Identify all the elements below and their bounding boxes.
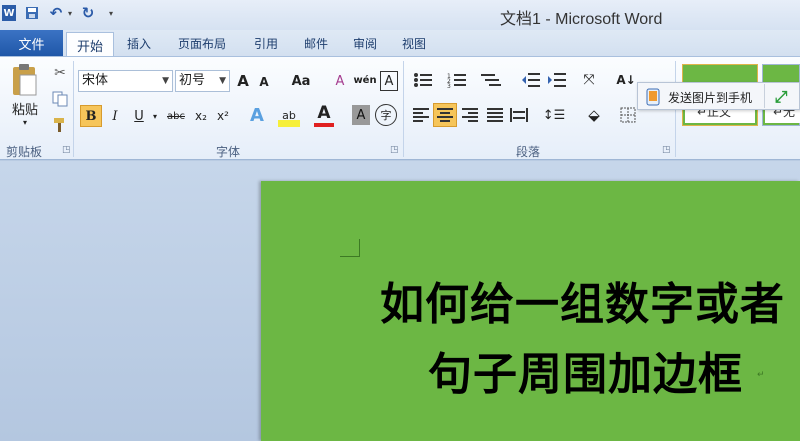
chevron-down-icon: ▼ [219,76,226,86]
underline-button[interactable]: U [130,105,148,127]
bold-button[interactable]: B [80,105,102,127]
save-icon[interactable] [24,3,40,23]
margin-corner-mark [340,239,360,257]
separator [764,84,765,108]
increase-indent-icon[interactable] [546,69,568,91]
font-size-value: 初号 [179,73,206,88]
change-case-button[interactable]: Aa [288,71,314,91]
tab-view[interactable]: 视图 [402,35,426,52]
separator [403,61,404,157]
underline-dropdown-icon[interactable]: ▾ [150,109,160,123]
shrink-font-button[interactable]: A [256,73,272,91]
enclose-character-button[interactable]: 字 [375,104,397,126]
align-right-icon[interactable] [459,104,481,126]
window-title: 文档1 - Microsoft Word [500,11,663,28]
document-text-line-1[interactable]: 如何给一组数字或者 [380,268,785,332]
bullets-icon[interactable] [410,69,438,91]
shading-icon[interactable]: ⬙ [580,103,608,127]
tab-review[interactable]: 审阅 [353,35,377,52]
grow-font-button[interactable]: A [234,71,252,91]
numbering-icon[interactable]: 123 [444,69,472,91]
distributed-icon[interactable] [508,104,530,126]
multilevel-list-icon[interactable] [478,69,506,91]
phone-icon [646,88,662,106]
tab-home[interactable]: 开始 [66,32,114,57]
tab-file[interactable]: 文件 [0,30,63,56]
tab-mailings[interactable]: 邮件 [304,35,328,52]
phonetic-guide-button[interactable]: wén [353,69,376,91]
undo-icon[interactable]: ↶ [48,3,64,23]
font-name-value: 宋体 [82,73,109,88]
tab-references[interactable]: 引用 [254,35,278,52]
format-painter-icon[interactable] [50,115,70,135]
tab-page-layout[interactable]: 页面布局 [178,35,226,52]
font-group-label: 字体 [216,145,241,159]
strikethrough-button[interactable]: abc [164,105,188,127]
chinese-layout-icon[interactable]: ⤧ [576,69,602,91]
title-bar: W ↶ ▾ ↻ ▾ 文档1 - Microsoft Word [0,0,800,30]
character-border-button[interactable]: A [380,71,398,91]
italic-button[interactable]: I [106,105,124,127]
paste-button[interactable]: 粘贴 [8,99,42,118]
send-to-phone-label: 发送图片到手机 [668,91,753,105]
chevron-down-icon: ▼ [162,76,169,86]
decrease-indent-icon[interactable] [520,69,542,91]
subscript-button[interactable]: x₂ [192,105,210,127]
clear-format-button[interactable]: A [330,71,350,91]
paste-dropdown-icon[interactable]: ▾ [18,117,32,127]
line-spacing-icon[interactable]: ↕☰ [540,104,568,126]
customize-icon[interactable]: ▾ [106,3,116,23]
text-effects-button[interactable]: A [246,103,268,127]
ribbon-tab-bar: 插入 页面布局 引用 邮件 审阅 视图 [0,30,800,56]
svg-text:3: 3 [447,83,451,88]
paragraph-mark-icon: ↵ [757,370,765,380]
send-to-phone-popup[interactable]: 发送图片到手机 ⤢ [637,82,800,110]
document-text-line-2[interactable]: 句子周围加边框 [428,338,743,402]
align-center-icon[interactable] [433,103,457,127]
copy-icon[interactable] [50,89,70,109]
clipboard-launcher-icon[interactable]: ◳ [62,145,71,155]
redo-icon[interactable]: ↻ [80,3,96,23]
undo-dropdown-icon[interactable]: ▾ [66,3,74,23]
paste-icon[interactable] [8,63,42,97]
expand-icon[interactable]: ⤢ [771,87,791,107]
cut-icon[interactable]: ✂ [50,63,70,83]
superscript-button[interactable]: x² [214,105,232,127]
font-launcher-icon[interactable]: ◳ [390,145,399,155]
character-shading-button[interactable]: A [352,105,370,125]
clipboard-group-label: 剪贴板 [6,145,43,159]
paragraph-group-label: 段落 [516,145,541,159]
paragraph-launcher-icon[interactable]: ◳ [662,145,671,155]
tab-insert[interactable]: 插入 [127,35,151,52]
separator [73,61,74,157]
justify-icon[interactable] [484,104,506,126]
font-size-select[interactable]: 初号 ▼ [175,70,230,92]
font-name-select[interactable]: 宋体 ▼ [78,70,173,92]
font-color-button[interactable]: A [314,103,334,127]
align-left-icon[interactable] [410,104,432,126]
highlight-button[interactable]: ab [278,103,300,127]
word-icon[interactable]: W [2,5,16,21]
sort-icon[interactable]: A↓ [616,69,636,91]
